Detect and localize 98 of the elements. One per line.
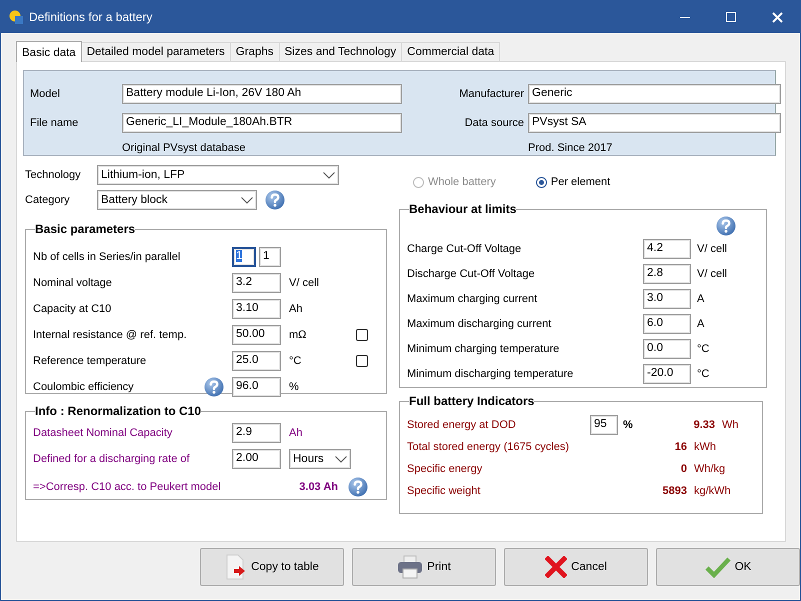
unit-label: A	[696, 318, 706, 330]
field-label: Maximum charging current	[407, 292, 538, 304]
field-label: Discharge Cut-Off Voltage	[407, 268, 536, 280]
input-field[interactable]: Generic_LI_Module_180Ah.BTR	[122, 112, 402, 132]
panel-title: Basic parameters	[35, 222, 136, 236]
input-field[interactable]: 2.8	[643, 264, 691, 284]
input-field[interactable]: Generic	[528, 84, 781, 104]
checkmark-icon	[704, 556, 731, 578]
unit-label: Wh/kg	[693, 463, 726, 475]
help-icon[interactable]	[716, 216, 736, 236]
field-label: Manufacturer	[458, 88, 525, 100]
input-field[interactable]: 3.0	[643, 288, 691, 308]
field-label: Charge Cut-Off Voltage	[407, 242, 522, 254]
category-dropdown[interactable]: Battery block	[97, 190, 257, 210]
unit-label: °C	[288, 355, 302, 367]
input-field[interactable]: 95	[590, 415, 618, 435]
unit-label: Ah	[288, 427, 304, 439]
input-field[interactable]: 1	[259, 247, 281, 267]
unit-label: °C	[696, 342, 710, 354]
input-field[interactable]: -20.0	[643, 364, 691, 384]
field-label: Category	[25, 194, 71, 206]
input-field[interactable]: 2.00	[232, 449, 281, 469]
unit-label: °C	[696, 368, 710, 380]
input-field[interactable]: 3.10	[232, 299, 281, 319]
dialog-button[interactable]: Cancel	[504, 548, 648, 586]
input-field[interactable]: PVsyst SA	[528, 112, 781, 132]
field-label: Model	[30, 88, 61, 100]
help-icon[interactable]	[204, 377, 224, 397]
technology-dropdown[interactable]: Lithium-ion, LFP	[97, 165, 339, 185]
field-label: Maximum discharging current	[407, 318, 552, 330]
field-label: Technology	[25, 169, 82, 181]
indicator-value: 5893	[662, 485, 687, 497]
field-label: Data source	[464, 116, 525, 128]
input-field[interactable]: 96.0	[232, 377, 281, 397]
field-label: Defined for a discharging rate of	[33, 453, 191, 465]
checkbox[interactable]	[356, 329, 368, 341]
checkbox[interactable]	[356, 355, 368, 367]
minimize-icon	[680, 16, 690, 18]
field-label: Stored energy at DOD	[407, 419, 517, 431]
tab[interactable]: Basic data	[16, 41, 82, 62]
unit-label: mΩ	[288, 329, 308, 341]
unit-label: kg/kWh	[693, 485, 731, 497]
field-label: Internal resistance @ ref. temp.	[33, 329, 187, 341]
document-arrow-icon	[225, 554, 248, 580]
tab[interactable]: Commercial data	[401, 42, 500, 61]
help-icon[interactable]	[348, 477, 368, 497]
unit-dropdown[interactable]: Hours	[289, 449, 351, 469]
note-text: Prod. Since 2017	[528, 142, 614, 154]
field-label: Reference temperature	[33, 355, 146, 367]
input-field[interactable]: 0.0	[643, 338, 691, 358]
indicator-value: 0	[680, 463, 687, 475]
unit-label: %	[288, 381, 300, 393]
panel-title: Info : Renormalization to C10	[35, 404, 202, 418]
input-field[interactable]: 25.0	[232, 351, 281, 371]
field-label: Nb of cells in Series/in parallel	[33, 251, 180, 263]
radio-option[interactable]: Per element	[536, 175, 610, 189]
help-icon[interactable]	[265, 190, 285, 210]
close-icon	[772, 12, 782, 22]
unit-label: V/ cell	[696, 268, 728, 280]
field-label: Nominal voltage	[33, 277, 112, 289]
dialog-button[interactable]: OK	[656, 548, 800, 586]
field-label: Capacity at C10	[33, 303, 112, 315]
app-icon	[9, 10, 23, 24]
input-field[interactable]: 4.2	[643, 238, 691, 258]
input-field[interactable]: 2.9	[232, 423, 281, 443]
input-field[interactable]: 3.2	[232, 273, 281, 293]
note-text: Original PVsyst database	[122, 142, 247, 154]
printer-icon	[397, 555, 424, 579]
window-title: Definitions for a battery	[29, 10, 154, 24]
field-label: Datasheet Nominal Capacity	[33, 427, 174, 439]
maximize-icon	[726, 12, 736, 22]
panel-title: Full battery Indicators	[409, 394, 534, 408]
indicator-value: 9.33	[692, 419, 715, 431]
unit-label: V/ cell	[288, 277, 320, 289]
unit-label: Wh	[721, 419, 738, 431]
unit-label: A	[696, 292, 706, 304]
panel-title: Behaviour at limits	[409, 202, 516, 216]
input-field[interactable]: 50.00	[232, 325, 281, 345]
unit-label: Ah	[288, 303, 304, 315]
input-field[interactable]: 6.0	[643, 314, 691, 334]
field-label: Minimum discharging temperature	[407, 368, 574, 380]
field-label: File name	[30, 116, 80, 128]
field-label: Specific energy	[407, 463, 482, 475]
field-label: Minimum charging temperature	[407, 342, 560, 354]
unit-label: V/ cell	[696, 242, 728, 254]
cross-icon	[545, 556, 568, 578]
unit-label: kWh	[693, 441, 716, 453]
input-field[interactable]: Battery module Li-Ion, 26V 180 Ah	[122, 84, 402, 104]
indicator-value: 16	[674, 441, 687, 453]
dialog-button[interactable]: Copy to table	[200, 548, 344, 586]
dialog-button[interactable]: Print	[352, 548, 496, 586]
field-label: Coulombic efficiency	[33, 381, 134, 393]
result-label: =>Corresp. C10 acc. to Peukert model	[33, 481, 222, 493]
result-value: 3.03 Ah	[298, 481, 338, 493]
input-field[interactable]: 1	[232, 247, 256, 267]
field-label: Total stored energy (1675 cycles)	[407, 441, 570, 453]
field-label: Specific weight	[407, 485, 480, 497]
unit-label: %	[622, 419, 634, 431]
